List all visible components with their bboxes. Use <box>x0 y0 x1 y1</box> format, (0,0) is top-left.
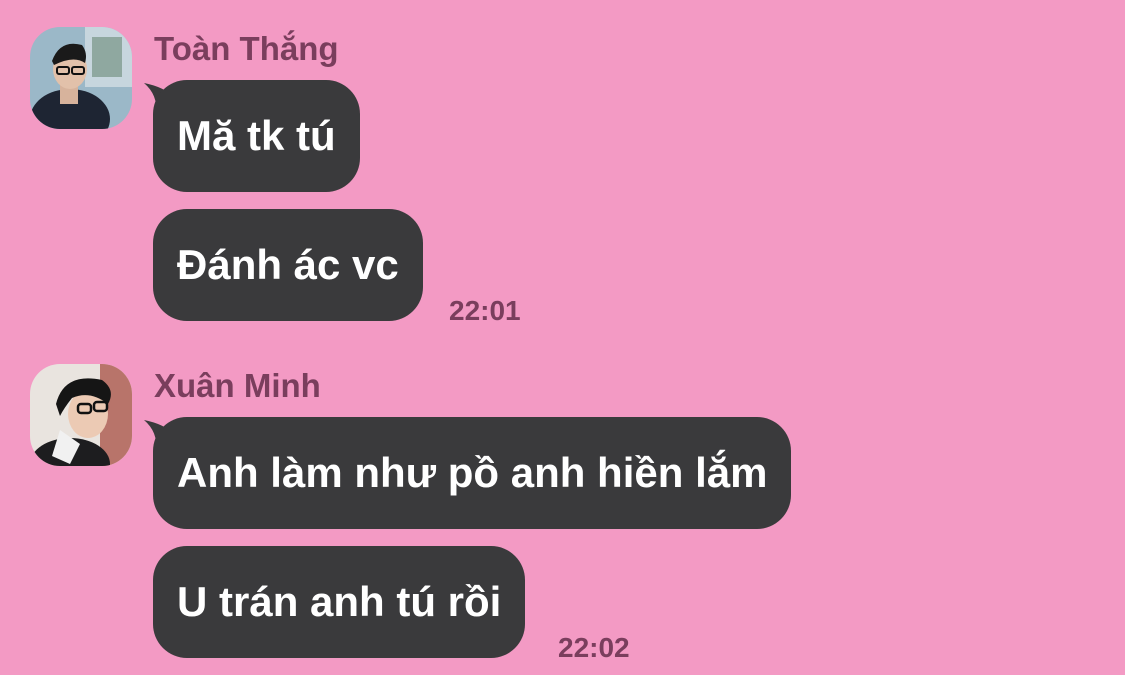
message-timestamp: 22:02 <box>558 632 630 663</box>
avatar-image <box>30 27 132 129</box>
avatar-xuan-minh[interactable] <box>30 364 132 466</box>
message-bubble[interactable]: Anh làm như pồ anh hiền lắm <box>153 417 792 529</box>
sender-name: Xuân Minh <box>154 367 321 404</box>
message-timestamp: 22:01 <box>449 295 521 326</box>
chat-thread: Toàn Thắng Mă tk tú Đánh ác vc 22:01 Xuâ… <box>0 0 1125 675</box>
avatar-image <box>30 364 132 466</box>
sender-name: Toàn Thắng <box>154 30 339 67</box>
message-bubble[interactable]: U trán anh tú rồi <box>153 546 526 658</box>
avatar-toan-thang[interactable] <box>30 27 132 129</box>
message-bubble[interactable]: Đánh ác vc <box>153 209 423 321</box>
message-bubble[interactable]: Mă tk tú <box>153 80 360 192</box>
